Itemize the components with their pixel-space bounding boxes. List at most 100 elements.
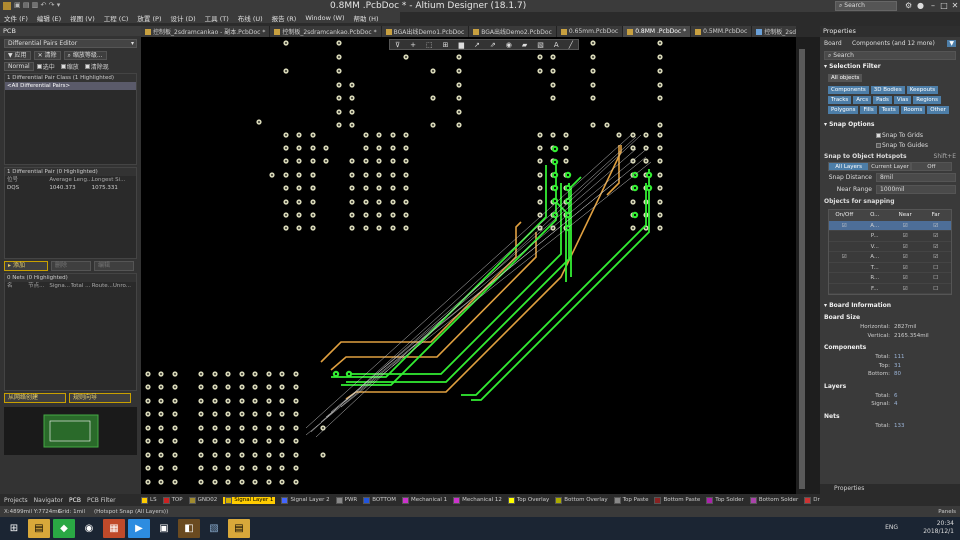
zoom-level-button[interactable]: ⌕ 缩放等级...: [63, 51, 107, 60]
cb-far[interactable]: ☑: [921, 221, 952, 231]
cb-near[interactable]: ☑: [890, 221, 921, 231]
board-thumbnail[interactable]: [4, 407, 137, 455]
menu-file[interactable]: 文件 (F): [4, 13, 28, 23]
panel-tab-pcb[interactable]: PCB: [69, 497, 81, 504]
comp-bottom-value[interactable]: 80: [894, 370, 901, 379]
doc-tab-active[interactable]: 0.8MM .PcbDoc *: [623, 26, 692, 37]
menu-route[interactable]: 布线 (U): [238, 13, 263, 23]
layer-tab[interactable]: Top Solder: [706, 496, 744, 504]
menu-reports[interactable]: 报告 (R): [272, 13, 297, 23]
settings-icon[interactable]: ⚙: [905, 1, 912, 10]
browser-icon[interactable]: ◉: [78, 519, 100, 538]
utility-app-icon[interactable]: ▧: [203, 519, 225, 538]
close-button[interactable]: ✕: [948, 0, 960, 12]
doc-tab[interactable]: 控制板_2sdramcankao.PcbDoc *: [270, 26, 382, 37]
snap-to-guides-row[interactable]: Snap To Guides: [820, 140, 960, 150]
filter-mode-select[interactable]: Normal: [4, 62, 34, 71]
route-tool-icon[interactable]: ↗: [474, 41, 480, 49]
component-tool-icon[interactable]: ▆: [459, 41, 464, 49]
layers-total-value[interactable]: 6: [894, 392, 898, 401]
seg-all-layers[interactable]: All Layers: [828, 162, 870, 171]
app-icon[interactable]: ◆: [53, 519, 75, 538]
layer-tab[interactable]: Bottom Solder: [749, 496, 798, 504]
chip-3d-bodies[interactable]: 3D Bodies: [870, 86, 905, 94]
layers-signal-value[interactable]: 4: [894, 400, 898, 409]
layer-tab[interactable]: Mechanical 12: [453, 496, 502, 504]
doc-tab[interactable]: 0.65mm.PcbDoc: [556, 26, 624, 37]
keepout-tool-icon[interactable]: ▧: [537, 41, 544, 49]
video-app-icon[interactable]: ▶: [128, 519, 150, 538]
table-row[interactable]: ☑ A... ☑ ☑: [829, 220, 952, 231]
layer-tab[interactable]: Signal Layer 2: [281, 496, 330, 504]
cb-on[interactable]: ☑: [829, 252, 860, 262]
cb-far[interactable]: ☑: [921, 242, 952, 252]
folder-app-icon[interactable]: ▤: [228, 519, 250, 538]
table-row[interactable]: V... ☑ ☑: [829, 242, 952, 252]
menu-edit[interactable]: 编辑 (E): [37, 13, 61, 23]
doc-tab[interactable]: BGA出线Demo1.PcbDoc: [381, 26, 470, 37]
menu-window[interactable]: Window (W): [305, 14, 344, 22]
snap-options-title[interactable]: ▾ Snap Options: [820, 120, 960, 130]
system-tray[interactable]: ENG 20:34 2018/12/1: [885, 520, 954, 536]
layer-tab[interactable]: Signal Layer 1: [223, 496, 276, 504]
edit-pair-button[interactable]: 编辑: [94, 261, 134, 271]
filter-tool-icon[interactable]: ⊽: [395, 41, 400, 49]
cb-near[interactable]: ☑: [890, 242, 921, 252]
chip-tracks[interactable]: Tracks: [828, 96, 852, 104]
table-row[interactable]: F... ☑ ☐: [829, 284, 951, 294]
comp-top-value[interactable]: 31: [894, 362, 901, 371]
menu-place[interactable]: 放置 (P): [137, 13, 161, 23]
table-row[interactable]: P... ☑ ☑: [829, 231, 951, 242]
chip-keepouts[interactable]: Keepouts: [906, 86, 939, 94]
col-designator[interactable]: 位号: [7, 176, 49, 184]
quick-access-icons[interactable]: ▣ ▤ ▥ ↶ ↷ ▾: [14, 1, 60, 9]
table-row[interactable]: ☑ A... ☑ ☑: [829, 252, 951, 263]
canvas-scrollbar[interactable]: [796, 37, 820, 494]
scrollbar-thumb[interactable]: [799, 49, 805, 489]
layer-tab[interactable]: TOP: [162, 496, 183, 504]
layer-tab[interactable]: Bottom Overlay: [555, 496, 608, 504]
chip-components[interactable]: Components: [828, 86, 869, 94]
col-total[interactable]: Total ...: [71, 282, 92, 290]
chip-texts[interactable]: Texts: [878, 106, 899, 114]
layer-tab[interactable]: BOTTOM: [363, 496, 396, 504]
select-checkbox[interactable]: 选中: [36, 62, 55, 71]
cb-on[interactable]: [829, 273, 860, 283]
media-app-icon[interactable]: ▣: [153, 519, 175, 538]
layer-tab[interactable]: GND02: [188, 496, 217, 504]
pcb-canvas[interactable]: ⊽ + ⬚ ⊞ ▆ ↗ ⇗ ◉ ▰ ▧ A ╱: [141, 37, 796, 494]
line-tool-icon[interactable]: ╱: [569, 41, 573, 49]
seg-off[interactable]: Off: [910, 162, 952, 171]
layer-tab[interactable]: Drill: [804, 496, 820, 504]
doc-tab[interactable]: 0.5MM.PcbDoc: [691, 26, 753, 37]
polygon-tool-icon[interactable]: ▰: [522, 41, 527, 49]
class-list-item[interactable]: <All Differential Pairs>: [5, 82, 136, 90]
menu-design[interactable]: 设计 (D): [170, 13, 195, 23]
chip-vias[interactable]: Vias: [893, 96, 912, 104]
snap-to-guides-checkbox[interactable]: Snap To Guides: [876, 142, 928, 149]
col-unrouted[interactable]: Unro...: [113, 282, 134, 290]
align-tool-icon[interactable]: ⊞: [443, 41, 449, 49]
col-nodes[interactable]: 节点...: [28, 282, 49, 290]
panels-button[interactable]: Panels: [938, 509, 956, 515]
move-tool-icon[interactable]: +: [410, 41, 416, 49]
table-row[interactable]: R... ☑ ☐: [829, 273, 951, 284]
panel-tab-projects[interactable]: Projects: [4, 497, 28, 504]
chip-polygons[interactable]: Polygons: [828, 106, 859, 114]
cb-far[interactable]: ☑: [921, 252, 952, 262]
diff-route-icon[interactable]: ⇗: [490, 41, 496, 49]
chip-pads[interactable]: Pads: [873, 96, 892, 104]
selection-filter-title[interactable]: ▾ Selection Filter: [820, 62, 960, 72]
cb-on[interactable]: [829, 231, 860, 241]
cb-on[interactable]: ☑: [829, 221, 860, 231]
doc-tab[interactable]: 控制板_2sdram_g.schdoc: [752, 26, 796, 37]
zoom-checkbox[interactable]: 缩放: [60, 62, 79, 71]
chip-other[interactable]: Other: [927, 106, 949, 114]
cb-on[interactable]: [829, 242, 860, 252]
select-tool-icon[interactable]: ⬚: [426, 41, 433, 49]
seg-current-layer[interactable]: Current Layer: [869, 162, 911, 171]
col-average-length[interactable]: Average Leng...: [49, 176, 91, 184]
cb-near[interactable]: ☑: [890, 284, 921, 294]
near-range-input[interactable]: 1000mil: [876, 184, 956, 194]
menu-project[interactable]: 工程 (C): [104, 13, 129, 23]
